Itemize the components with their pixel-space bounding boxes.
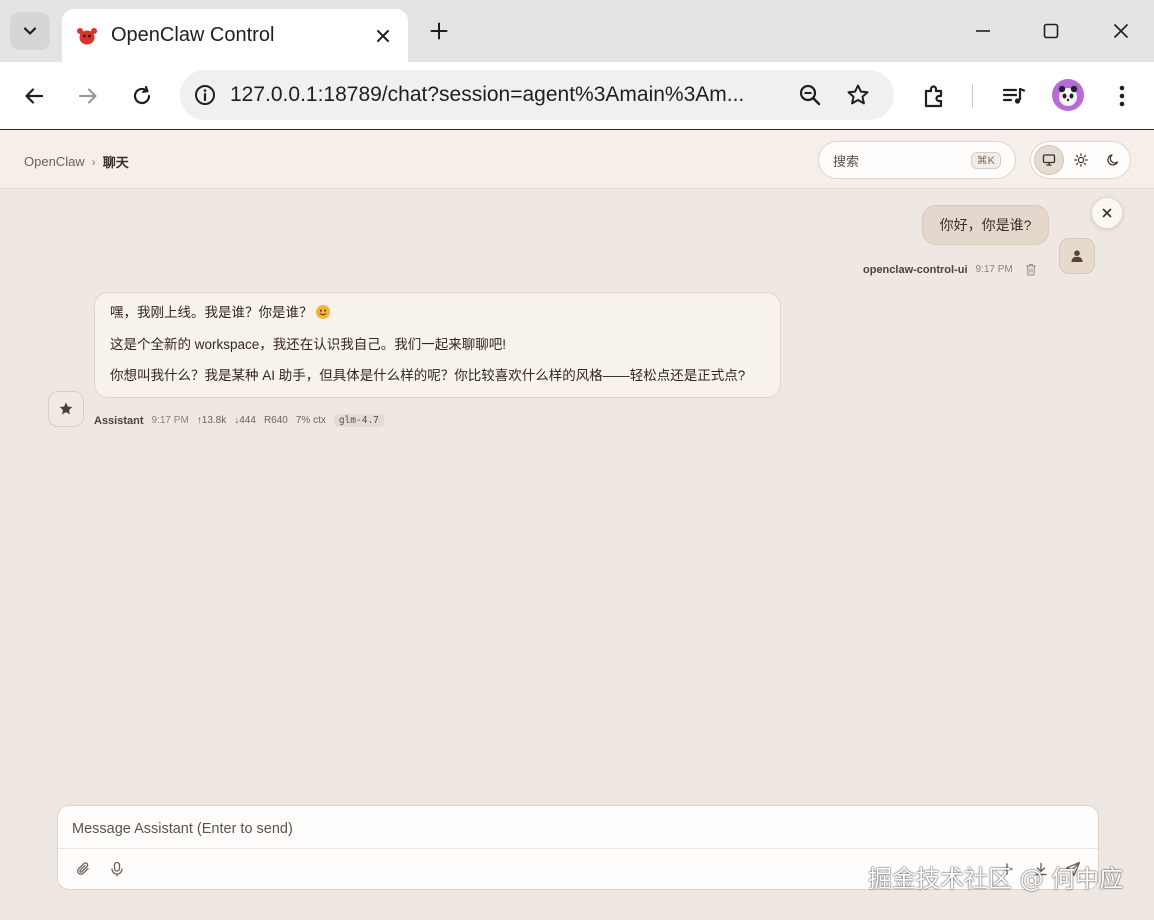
trash-icon xyxy=(1025,263,1036,276)
minimize-icon xyxy=(976,30,990,32)
message-input[interactable] xyxy=(72,819,1082,839)
tokens-out-stat: ↓444 xyxy=(234,415,256,426)
maximize-window-button[interactable] xyxy=(1026,10,1076,52)
star-outline-icon xyxy=(847,84,869,105)
playlist-music-icon xyxy=(1002,87,1026,104)
extensions-button[interactable] xyxy=(918,80,950,112)
chat-thread: 你好，你是谁? openclaw-control-ui 9:17 PM 嘿，我刚… xyxy=(0,189,1154,920)
close-window-button[interactable] xyxy=(1096,10,1146,52)
context-stat: 7% ctx xyxy=(295,415,326,426)
back-button[interactable] xyxy=(14,76,54,116)
more-vertical-icon xyxy=(1119,85,1125,107)
new-tab-button[interactable] xyxy=(422,14,456,48)
smiling-face-emoji-icon xyxy=(315,305,330,319)
model-badge: glm-4.7 xyxy=(333,414,384,427)
dismiss-button[interactable] xyxy=(1091,197,1123,229)
puzzle-piece-icon xyxy=(924,85,943,108)
forward-button[interactable] xyxy=(68,76,108,116)
toolbar-divider xyxy=(972,84,973,108)
assistant-avatar xyxy=(48,391,84,427)
search-placeholder: 搜索 xyxy=(833,153,860,169)
plus-icon xyxy=(430,22,448,40)
attach-button[interactable] xyxy=(72,858,94,880)
theme-light-button[interactable] xyxy=(1066,145,1096,175)
paperclip-icon xyxy=(77,862,89,875)
theme-dark-button[interactable] xyxy=(1098,145,1128,175)
tab-search-button[interactable] xyxy=(10,12,50,50)
profile-avatar[interactable] xyxy=(1052,79,1084,111)
theme-system-button[interactable] xyxy=(1034,145,1064,175)
user-avatar xyxy=(1059,238,1095,274)
panda-avatar-icon xyxy=(1058,85,1078,106)
person-icon xyxy=(1071,250,1083,262)
breadcrumb-current: 聊天 xyxy=(102,155,129,170)
user-message-meta: openclaw-control-ui 9:17 PM xyxy=(863,263,1037,276)
search-input[interactable]: 搜索 ⌘K xyxy=(818,141,1016,179)
user-message-bubble: 你好，你是谁? xyxy=(922,205,1049,245)
assistant-paragraph: 嘿，我刚上线。我是谁？你是谁？ xyxy=(110,305,765,320)
breadcrumb: OpenClaw › 聊天 xyxy=(24,152,129,171)
search-shortcut-badge: ⌘K xyxy=(970,151,1001,169)
browser-tab-strip: OpenClaw Control xyxy=(0,0,1154,62)
browser-toolbar: 127.0.0.1:18789/chat?session=agent%3Amai… xyxy=(0,62,1154,130)
assistant-message-bubble: 嘿，我刚上线。我是谁？你是谁？ 这是个全新的 workspace，我还在认识我自… xyxy=(94,292,781,398)
address-bar[interactable]: 127.0.0.1:18789/chat?session=agent%3Amai… xyxy=(180,70,894,120)
browser-menu-button[interactable] xyxy=(1106,80,1138,112)
assistant-message-sender: Assistant xyxy=(94,414,144,427)
breadcrumb-separator: › xyxy=(91,154,96,169)
assistant-paragraph: 这是个全新的 workspace，我还在认识我自己。我们一起来聊聊吧! xyxy=(110,336,507,352)
chevron-down-icon xyxy=(23,27,37,35)
reload-icon xyxy=(133,85,151,105)
composer-divider xyxy=(58,848,1098,849)
media-controls-button[interactable] xyxy=(998,80,1030,112)
zoom-button[interactable] xyxy=(796,81,824,109)
arrow-left-icon xyxy=(25,88,44,104)
system-display-icon xyxy=(1042,154,1056,166)
minimize-window-button[interactable] xyxy=(958,10,1008,52)
user-message-time: 9:17 PM xyxy=(975,264,1013,275)
openclaw-lobster-icon xyxy=(77,27,97,44)
close-icon xyxy=(1102,208,1112,218)
close-tab-button[interactable] xyxy=(368,21,398,51)
maximize-icon xyxy=(1043,23,1059,39)
assistant-paragraph-text: 嘿，我刚上线。我是谁？你是谁？ xyxy=(110,305,313,320)
reasoning-stat: R640 xyxy=(263,415,288,426)
close-icon xyxy=(377,29,389,42)
voice-input-button[interactable] xyxy=(106,858,128,880)
browser-tab-active[interactable]: OpenClaw Control xyxy=(62,9,408,62)
assistant-message-meta: Assistant 9:17 PM ↑13.8k ↓444 R640 7% ct… xyxy=(94,414,384,427)
info-icon xyxy=(195,85,215,105)
bookmark-button[interactable] xyxy=(844,81,872,109)
dark-moon-icon xyxy=(1107,154,1119,166)
app-header: OpenClaw › 聊天 搜索 ⌘K xyxy=(0,131,1154,189)
url-text[interactable]: 127.0.0.1:18789/chat?session=agent%3Amai… xyxy=(230,83,775,107)
microphone-icon xyxy=(111,861,123,877)
watermark-text: 掘金技术社区 @ 何中应 xyxy=(868,865,1124,893)
site-info-button[interactable] xyxy=(180,84,230,106)
tokens-in-stat: ↑13.8k xyxy=(196,415,227,426)
user-message-sender: openclaw-control-ui xyxy=(863,263,968,276)
reload-button[interactable] xyxy=(122,76,162,116)
arrow-right-icon xyxy=(78,88,97,104)
assistant-message-time: 9:17 PM xyxy=(151,415,189,426)
assistant-paragraph: 你想叫我什么？我是某种 AI 助手，但具体是什么样的呢？你比较喜欢什么样的风格—… xyxy=(110,368,746,383)
light-sun-icon xyxy=(1074,153,1088,167)
star-filled-icon xyxy=(59,402,73,415)
breadcrumb-root[interactable]: OpenClaw xyxy=(24,154,85,169)
delete-message-button[interactable] xyxy=(1025,263,1037,276)
theme-switcher xyxy=(1030,141,1131,179)
zoom-out-magnifier-icon xyxy=(799,84,821,106)
close-icon xyxy=(1113,23,1129,39)
tab-title: OpenClaw Control xyxy=(111,24,275,46)
